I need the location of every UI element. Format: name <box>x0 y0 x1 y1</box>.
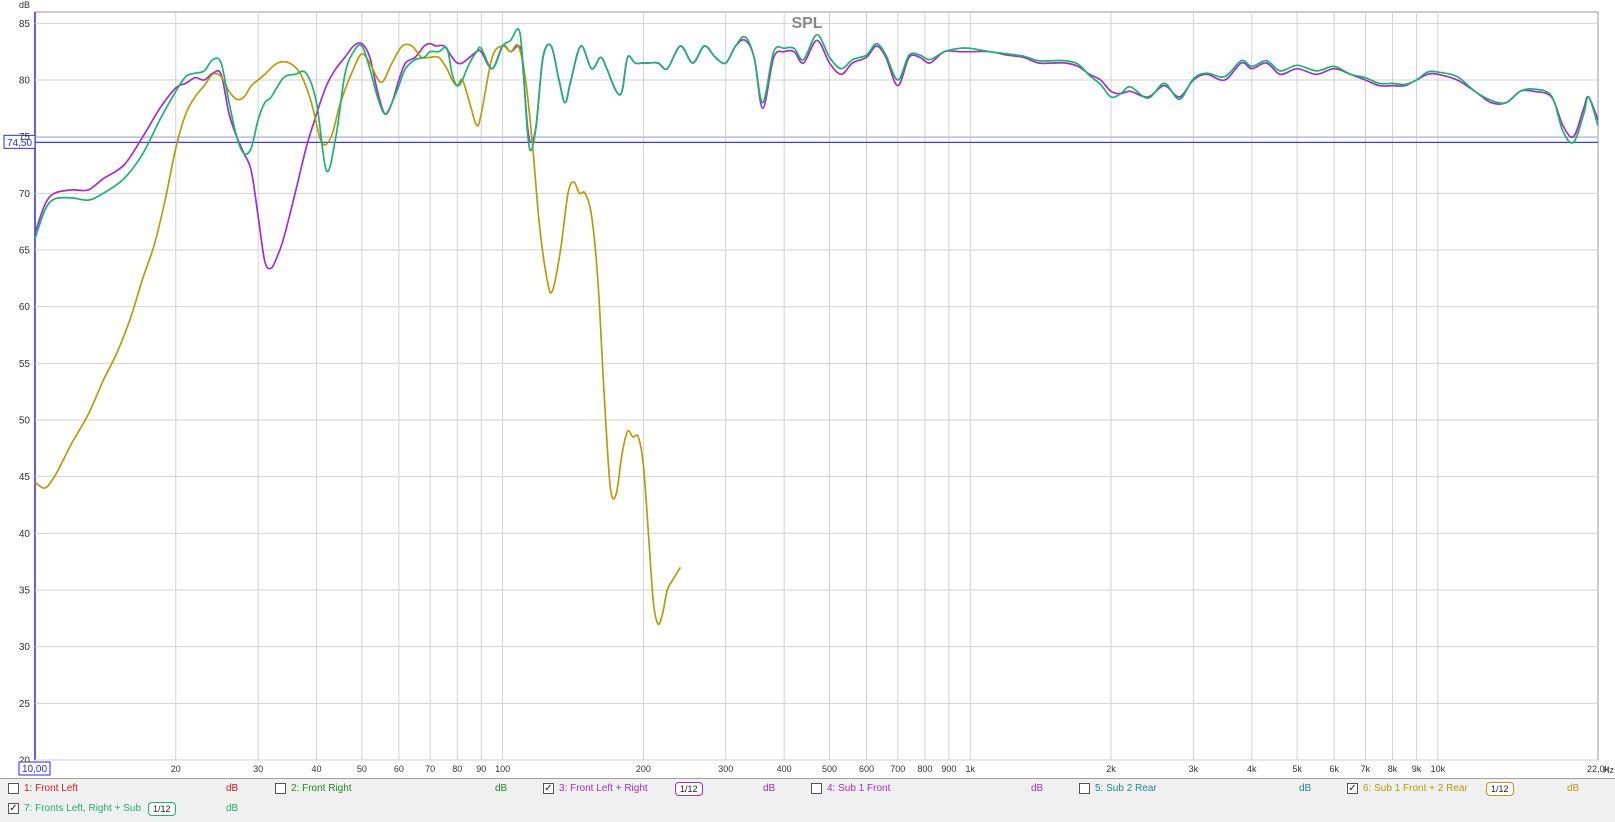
y-tick-label: 45 <box>19 472 31 483</box>
legend-checkbox[interactable]: ✓ <box>543 783 554 794</box>
y-tick-label: 25 <box>19 699 31 710</box>
x-tick-label: 20 <box>171 764 181 774</box>
x-tick-label: 6k <box>1329 764 1339 774</box>
x-tick-label: 10k <box>1431 764 1446 774</box>
x-tick-label: 50 <box>357 764 367 774</box>
legend-unit: dB <box>1031 783 1044 794</box>
x-tick-label: 80 <box>452 764 462 774</box>
legend-unit: dB <box>763 783 776 794</box>
legend-label[interactable]: 2: Front Right <box>291 781 352 797</box>
x-tick-label: 40 <box>312 764 322 774</box>
x-tick-label: 700 <box>890 764 905 774</box>
legend-item: ✓ 7: Fronts Left, Right + Sub 1/12 dB <box>8 801 1610 819</box>
spl-chart[interactable]: 74,50 8580757065605550454035302520 20 30 4… <box>0 0 1615 778</box>
x-tick-label: 2k <box>1106 764 1116 774</box>
x-tick-label: 8k <box>1388 764 1398 774</box>
legend-label[interactable]: 6: Sub 1 Front + 2 Rear <box>1363 781 1468 797</box>
x-tick-label: 600 <box>859 764 874 774</box>
y-tick-label: 55 <box>19 359 31 370</box>
legend-item: ✓ 6: Sub 1 Front + 2 Rear 1/12 dB <box>1347 781 1610 799</box>
legend-panel: 1: Front Left dB 2: Front Right dB ✓ 3: Front… <box>0 778 1615 822</box>
smoothing-selector[interactable]: 1/12 <box>1486 782 1514 796</box>
x-tick-label: 5k <box>1292 764 1302 774</box>
plot-area <box>34 11 1599 761</box>
y-tick-label: 50 <box>19 416 31 427</box>
legend-unit: dB <box>226 803 239 814</box>
y-unit-label: dB <box>19 0 30 10</box>
y-tick-label: 35 <box>19 586 31 597</box>
x-tick-label: 70 <box>425 764 435 774</box>
x-tick-labels: 20 30 40 50 60 70 80 90 100 200 300 400 500 600 700 800… <box>171 764 1610 774</box>
legend-checkbox[interactable] <box>1079 783 1090 794</box>
x-tick-label: 300 <box>718 764 733 774</box>
legend-unit: dB <box>226 783 239 794</box>
legend-checkbox[interactable]: ✓ <box>1347 783 1358 794</box>
legend-unit: dB <box>1567 783 1580 794</box>
x-tick-label: 3k <box>1189 764 1199 774</box>
x-tick-label: 1k <box>965 764 975 774</box>
x-tick-label: 200 <box>636 764 651 774</box>
x-tick-label: 900 <box>941 764 956 774</box>
legend-checkbox[interactable] <box>8 783 19 794</box>
legend-unit: dB <box>1299 783 1312 794</box>
x-tick-label: 500 <box>822 764 837 774</box>
y-tick-labels: 8580757065605550454035302520 <box>19 19 31 767</box>
legend-label[interactable]: 7: Fronts Left, Right + Sub <box>24 801 141 817</box>
legend-label[interactable]: 1: Front Left <box>24 781 78 797</box>
legend-label[interactable]: 5: Sub 2 Rear <box>1095 781 1157 797</box>
x-unit-label: Hz <box>1603 765 1614 775</box>
legend-checkbox[interactable] <box>275 783 286 794</box>
chart-title: SPL <box>791 15 822 32</box>
x-tick-label: 4k <box>1247 764 1257 774</box>
y-tick-label: 30 <box>19 642 31 653</box>
x-tick-label: 7k <box>1361 764 1371 774</box>
x-tick-label: 400 <box>777 764 792 774</box>
legend-label[interactable]: 3: Front Left + Right <box>559 781 648 797</box>
x-tick-label: 9k <box>1412 764 1422 774</box>
y-tick-label: 70 <box>19 189 31 200</box>
smoothing-selector[interactable]: 1/12 <box>148 802 176 816</box>
smoothing-selector[interactable]: 1/12 <box>675 782 703 796</box>
x-tick-label: 800 <box>917 764 932 774</box>
y-tick-label: 40 <box>19 529 31 540</box>
legend-unit: dB <box>495 783 508 794</box>
x-start-box[interactable]: 10,00 <box>18 761 51 776</box>
x-tick-label: 100 <box>495 764 510 774</box>
y-tick-label: 75 <box>19 132 31 143</box>
x-tick-label: 90 <box>476 764 486 774</box>
y-tick-label: 65 <box>19 246 31 257</box>
legend-label[interactable]: 4: Sub 1 Front <box>827 781 890 797</box>
y-tick-label: 60 <box>19 302 31 313</box>
y-tick-label: 80 <box>19 76 31 87</box>
legend-checkbox[interactable]: ✓ <box>8 803 19 814</box>
y-tick-label: 85 <box>19 19 31 30</box>
x-tick-label: 30 <box>253 764 263 774</box>
x-tick-label: 60 <box>394 764 404 774</box>
legend-checkbox[interactable] <box>811 783 822 794</box>
x-start-value: 10,00 <box>22 764 47 775</box>
